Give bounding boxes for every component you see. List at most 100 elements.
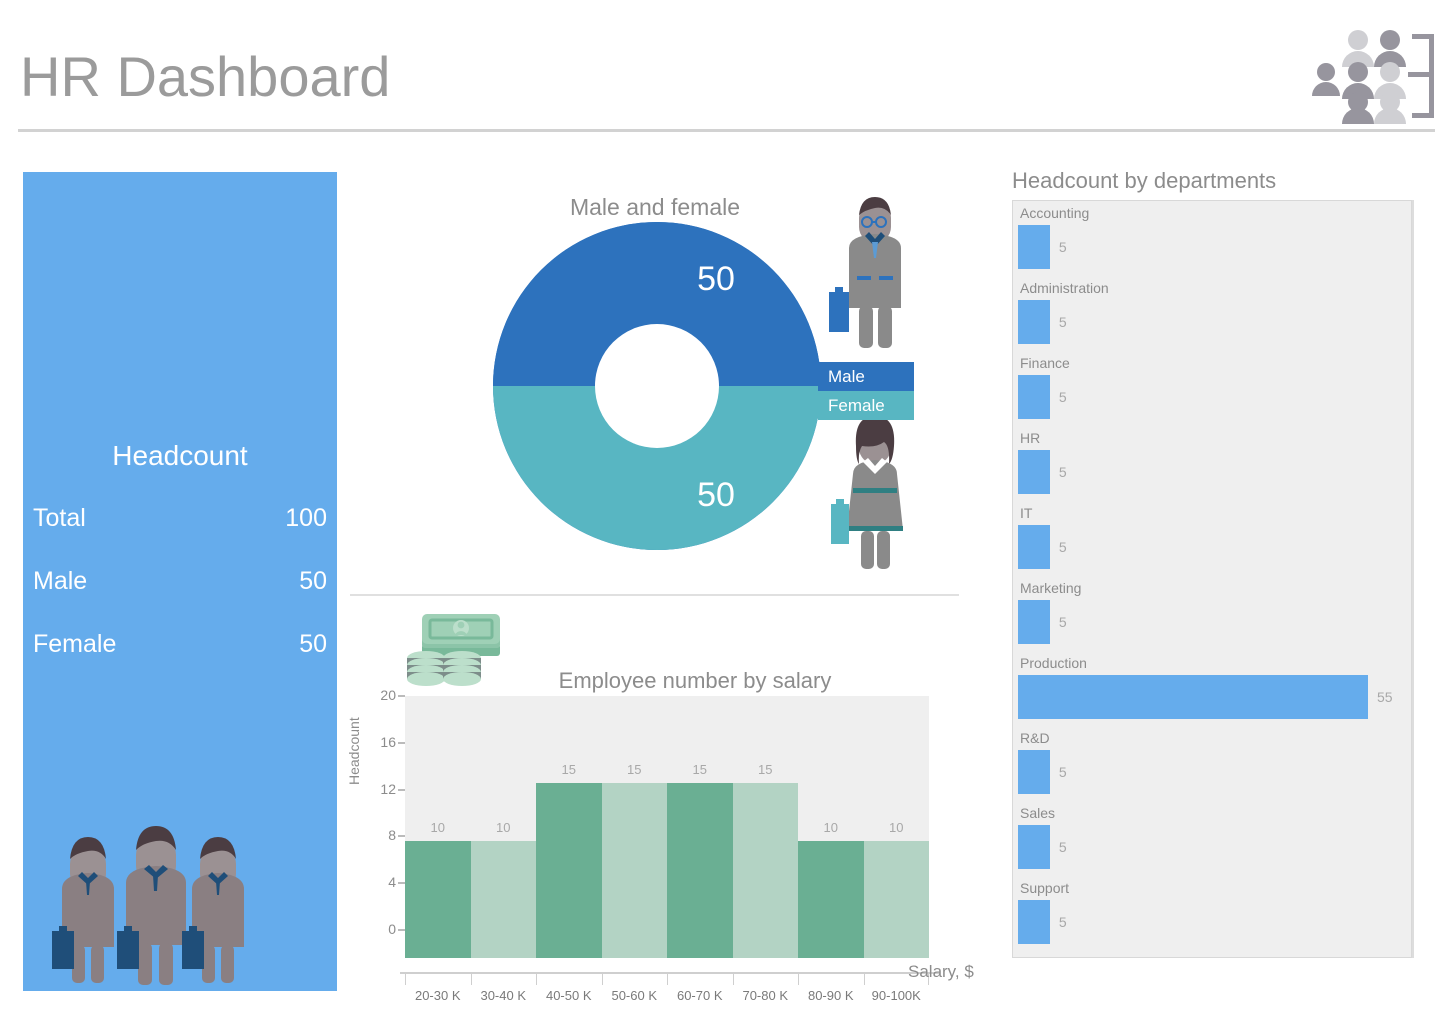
- department-value-label: 5: [1058, 239, 1067, 255]
- salary-bar[interactable]: [536, 782, 602, 958]
- page-title: HR Dashboard: [20, 45, 391, 108]
- salary-chart-y-tick-label: 12: [380, 780, 396, 797]
- department-row: HR 5: [1013, 426, 1411, 501]
- salary-bar-value-label: 10: [430, 820, 445, 835]
- salary-chart-x-tick-mark: [601, 974, 603, 985]
- salary-chart-x-tick-label: 20-30 K: [405, 974, 471, 1003]
- department-value-label: 5: [1058, 914, 1067, 930]
- department-row: Administration 5: [1013, 276, 1411, 351]
- department-row: Sales 5: [1013, 801, 1411, 876]
- department-bar[interactable]: [1018, 900, 1050, 944]
- department-label: HR: [1020, 430, 1041, 446]
- department-label: Administration: [1020, 280, 1109, 296]
- legend-item-male[interactable]: Male: [818, 362, 914, 391]
- businessmen-group-icon: [48, 817, 268, 987]
- department-value-label: 5: [1058, 839, 1067, 855]
- department-label: Marketing: [1020, 580, 1082, 596]
- salary-chart-x-tick-mark: [470, 974, 472, 985]
- department-value-label: 5: [1058, 389, 1067, 405]
- salary-chart-x-tick-label: 80-90 K: [798, 974, 864, 1003]
- department-value-label: 5: [1058, 314, 1067, 330]
- salary-chart-x-tick-mark: [667, 974, 668, 985]
- salary-chart-x-tick-label: 40-50 K: [536, 974, 602, 1003]
- male-employee-icon: [823, 196, 919, 356]
- headcount-label-total: Total: [33, 504, 86, 532]
- headcount-row-female: Female 50: [33, 630, 327, 660]
- salary-bar[interactable]: [798, 841, 864, 958]
- salary-bar-group: 10: [470, 724, 536, 958]
- department-label: Sales: [1020, 805, 1056, 821]
- department-row: Accounting 5: [1013, 201, 1411, 276]
- salary-chart-plot-area: 10 10 15 15 15 15 10 10: [405, 696, 929, 958]
- salary-chart-y-tick-label: 8: [388, 827, 396, 844]
- department-bar[interactable]: [1018, 825, 1050, 869]
- salary-bar-value-label: 10: [496, 820, 511, 835]
- department-label: IT: [1020, 505, 1033, 521]
- donut-value-male: 50: [697, 260, 735, 298]
- headcount-row-total: Total 100: [33, 504, 327, 534]
- departments-section: Headcount by departments Accounting 5 Admi…: [1007, 168, 1437, 993]
- salary-bar-value-label: 10: [889, 820, 904, 835]
- headcount-value-total: 100: [285, 504, 327, 532]
- departments-panel-edge: [1412, 200, 1414, 958]
- department-label: Finance: [1020, 355, 1070, 371]
- salary-chart-bars: 10 10 15 15 15 15 10 10: [405, 724, 929, 958]
- headcount-value-male: 50: [299, 567, 327, 595]
- department-label: Production: [1020, 655, 1087, 671]
- salary-chart-x-tick-mark: [798, 974, 799, 985]
- salary-chart-y-tick-label: 4: [388, 874, 396, 891]
- salary-bar-value-label: 15: [758, 761, 773, 777]
- department-row: R&D 5: [1013, 726, 1411, 801]
- legend-item-female[interactable]: Female: [818, 391, 914, 420]
- department-bar[interactable]: [1018, 675, 1368, 719]
- salary-chart-x-tick-mark: [405, 974, 406, 985]
- salary-bar[interactable]: [405, 841, 471, 958]
- salary-chart-x-tick-label: 70-80 K: [732, 974, 799, 1003]
- org-people-icon: [1312, 22, 1436, 124]
- department-bar[interactable]: [1018, 525, 1050, 569]
- salary-bar[interactable]: [667, 782, 733, 958]
- salary-chart-y-tick-mark: [398, 835, 405, 838]
- department-bar[interactable]: [1018, 225, 1050, 269]
- department-row: Marketing 5: [1013, 576, 1411, 651]
- salary-chart-y-tick-label: 20: [380, 687, 396, 703]
- salary-chart-x-tick-label: 50-60 K: [601, 974, 668, 1003]
- department-value-label: 5: [1058, 614, 1067, 630]
- department-bar[interactable]: [1018, 375, 1050, 419]
- salary-bar-value-label: 15: [627, 761, 642, 777]
- salary-chart-x-axis-categories: 20-30 K 30-40 K 40-50 K 50-60 K 60-70 K 70-80…: [405, 974, 929, 1003]
- salary-bar-group: 15: [601, 724, 667, 958]
- salary-chart-y-tick-mark: [398, 882, 405, 885]
- salary-bar-group: 15: [536, 724, 602, 958]
- salary-chart-y-tick-mark: [398, 695, 405, 697]
- salary-bar[interactable]: [470, 841, 536, 958]
- department-value-label: 5: [1058, 539, 1067, 555]
- dashboard-header: HR Dashboard: [0, 0, 1453, 135]
- department-bar[interactable]: [1018, 600, 1050, 644]
- salary-chart-x-tick-label: 60-70 K: [667, 974, 733, 1003]
- salary-chart-y-tick-mark: [398, 929, 405, 931]
- donut-value-female: 50: [697, 476, 735, 514]
- salary-bar-group: 10: [405, 724, 471, 958]
- salary-bar-value-label: 10: [823, 820, 838, 835]
- headcount-value-female: 50: [299, 630, 327, 658]
- department-bar[interactable]: [1018, 300, 1050, 344]
- departments-chart-plot-area: Accounting 5 Administration 5 Finance 5 HR 5 IT 5…: [1012, 200, 1412, 958]
- salary-bar-group: 15: [667, 724, 733, 958]
- headcount-summary-panel: Headcount Total 100 Male 50 Female 50: [23, 172, 337, 991]
- headcount-panel-title: Headcount: [112, 440, 248, 471]
- salary-chart-x-tick-mark: [863, 974, 865, 985]
- department-row: Support 5: [1013, 876, 1411, 951]
- salary-bar-group: 10: [798, 724, 864, 958]
- department-value-label: 55: [1377, 689, 1393, 705]
- headcount-label-male: Male: [33, 567, 88, 595]
- salary-bar-value-label: 15: [692, 761, 707, 777]
- salary-chart-section: Employee number by salary Headcount 10 10…: [346, 600, 974, 1010]
- salary-bar[interactable]: [732, 782, 798, 958]
- department-value-label: 5: [1058, 764, 1067, 780]
- salary-chart-y-axis-label: Headcount: [346, 717, 362, 785]
- department-bar[interactable]: [1018, 450, 1050, 494]
- salary-bar[interactable]: [601, 782, 667, 958]
- department-bar[interactable]: [1018, 750, 1050, 794]
- salary-bar[interactable]: [863, 841, 929, 958]
